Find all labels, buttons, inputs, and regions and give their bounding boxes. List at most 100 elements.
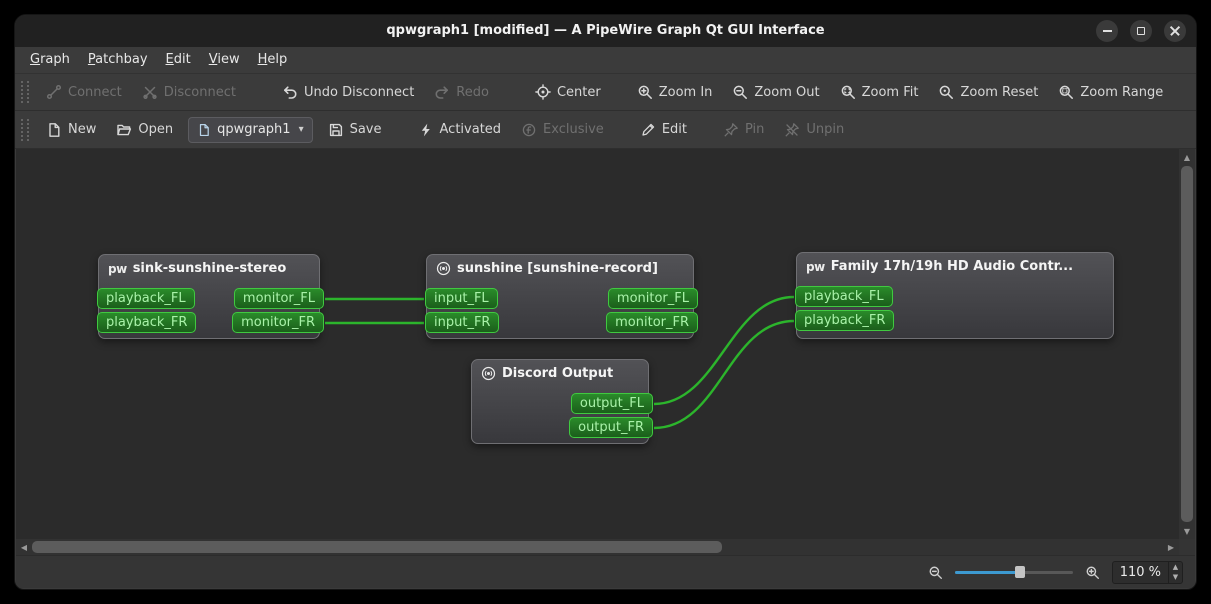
unpin-icon	[784, 122, 800, 138]
lightning-icon	[418, 122, 434, 138]
node-header[interactable]: Discord Output	[472, 360, 648, 387]
spin-down-icon[interactable]: ▼	[1169, 572, 1182, 583]
pin-icon	[723, 122, 739, 138]
toolbar-handle[interactable]	[21, 118, 29, 141]
zoom-fit-button[interactable]: Zoom Fit	[831, 78, 928, 106]
port-output-fr[interactable]: output_FR	[569, 417, 653, 438]
zoom-fit-label: Zoom Fit	[861, 84, 919, 100]
toolbar-handle[interactable]	[21, 81, 29, 103]
activated-label: Activated	[439, 122, 502, 137]
disconnect-label: Disconnect	[163, 84, 236, 100]
zoom-out-small-icon[interactable]	[928, 565, 943, 580]
spin-up-icon[interactable]: ▲	[1169, 562, 1182, 573]
node-header[interactable]: pw sink-sunshine-stereo	[99, 255, 319, 282]
scroll-up-icon[interactable]: ▲	[1179, 149, 1195, 165]
node-family-audio-controller[interactable]: pw Family 17h/19h HD Audio Contr... play…	[795, 252, 1114, 339]
exclusive-icon	[521, 122, 537, 138]
zoom-reset-button[interactable]: Zoom Reset	[929, 78, 1047, 106]
zoom-range-label: Zoom Range	[1080, 84, 1164, 100]
window-title: qpwgraph1 [modified] — A PipeWire Graph …	[386, 23, 825, 38]
node-title: sunshine [sunshine-record]	[457, 261, 658, 276]
patchbay-file-icon	[197, 123, 211, 137]
scroll-down-icon[interactable]: ▼	[1179, 523, 1195, 539]
zoom-out-label: Zoom Out	[754, 84, 820, 100]
menu-patchbay[interactable]: Patchbay	[79, 47, 157, 73]
unpin-label: Unpin	[806, 122, 845, 137]
zoom-in-label: Zoom In	[658, 84, 713, 100]
zoom-out-button[interactable]: Zoom Out	[723, 78, 828, 106]
pin-button: Pin	[714, 116, 773, 144]
connections-layer	[324, 295, 795, 430]
node-header[interactable]: pw Family 17h/19h HD Audio Contr...	[797, 253, 1113, 280]
open-folder-icon	[116, 122, 132, 138]
node-header[interactable]: sunshine [sunshine-record]	[427, 255, 693, 282]
pin-label: Pin	[745, 122, 765, 137]
disconnect-icon	[142, 84, 158, 100]
menubar: Graph Patchbay Edit View Help	[15, 47, 1196, 74]
node-sink-sunshine-stereo[interactable]: pw sink-sunshine-stereo playback_FL play…	[97, 254, 324, 339]
port-monitor-fl[interactable]: monitor_FL	[607, 288, 698, 309]
minimize-button[interactable]	[1096, 20, 1118, 42]
horizontal-scrollbar[interactable]: ◀ ▶	[16, 539, 1179, 555]
node-sunshine-record[interactable]: sunshine [sunshine-record] input_FL inpu…	[425, 254, 698, 339]
zoom-slider-handle[interactable]	[1014, 566, 1025, 578]
port-input-fr[interactable]: input_FR	[425, 312, 500, 333]
vertical-scrollbar[interactable]: ▲ ▼	[1179, 149, 1195, 539]
menu-edit[interactable]: Edit	[157, 47, 200, 73]
close-button[interactable]	[1164, 20, 1186, 42]
patchbay-file-dropdown[interactable]: qpwgraph1 ▾	[188, 116, 313, 143]
menu-help[interactable]: Help	[249, 47, 297, 73]
center-label: Center	[556, 84, 601, 100]
graph-toolbar: Connect Disconnect Undo Disconnect Redo …	[15, 74, 1196, 111]
node-discord-output[interactable]: Discord Output output_FL output_FR	[471, 359, 653, 444]
center-button[interactable]: Center	[526, 78, 610, 106]
maximize-icon	[1137, 27, 1145, 35]
graph-canvas[interactable]: pw sink-sunshine-stereo playback_FL play…	[16, 149, 1179, 539]
maximize-button[interactable]	[1130, 20, 1152, 42]
save-button[interactable]: Save	[319, 116, 391, 144]
zoom-spinbox[interactable]: 110 % ▲ ▼	[1111, 560, 1183, 584]
port-playback-fr[interactable]: playback_FR	[97, 312, 197, 333]
scroll-left-icon[interactable]: ◀	[16, 539, 32, 555]
open-button[interactable]: Open	[107, 116, 182, 144]
app-window: qpwgraph1 [modified] — A PipeWire Graph …	[14, 14, 1197, 590]
zoom-in-small-icon[interactable]	[1085, 565, 1100, 580]
edit-button[interactable]: Edit	[631, 116, 696, 144]
menu-graph[interactable]: Graph	[21, 47, 79, 73]
port-playback-fl[interactable]: playback_FL	[97, 288, 195, 309]
unpin-button: Unpin	[775, 116, 853, 144]
zoom-fit-icon	[840, 84, 856, 100]
node-title: Family 17h/19h HD Audio Contr...	[830, 259, 1074, 274]
undo-disconnect-button[interactable]: Undo Disconnect	[273, 78, 423, 106]
vertical-scroll-track[interactable]	[1179, 165, 1195, 523]
connect-icon	[46, 84, 62, 100]
port-monitor-fr[interactable]: monitor_FR	[232, 312, 324, 333]
port-monitor-fr[interactable]: monitor_FR	[606, 312, 698, 333]
titlebar[interactable]: qpwgraph1 [modified] — A PipeWire Graph …	[15, 15, 1196, 47]
port-playback-fl[interactable]: playback_FL	[795, 286, 893, 307]
zoom-slider[interactable]	[954, 563, 1073, 581]
port-monitor-fl[interactable]: monitor_FL	[233, 288, 324, 309]
horizontal-scroll-thumb[interactable]	[32, 541, 722, 553]
port-output-fl[interactable]: output_FL	[570, 393, 653, 414]
zoom-value: 110 %	[1119, 564, 1161, 580]
center-icon	[535, 84, 551, 100]
scroll-right-icon[interactable]: ▶	[1163, 539, 1179, 555]
pencil-icon	[640, 122, 656, 138]
zoom-range-button[interactable]: Zoom Range	[1049, 78, 1172, 106]
close-icon	[1170, 26, 1180, 36]
connect-button: Connect	[37, 78, 131, 106]
zoom-in-button[interactable]: Zoom In	[628, 78, 722, 106]
menu-view[interactable]: View	[200, 47, 249, 73]
activated-toggle[interactable]: Activated	[409, 116, 511, 144]
patchbay-toolbar: New Open qpwgraph1 ▾ Save Activated Excl…	[15, 111, 1196, 149]
port-playback-fr[interactable]: playback_FR	[795, 310, 895, 331]
port-input-fl[interactable]: input_FL	[425, 288, 498, 309]
new-button[interactable]: New	[37, 116, 105, 144]
new-label: New	[68, 122, 97, 137]
exclusive-toggle: Exclusive	[512, 116, 613, 144]
zoom-range-icon	[1058, 84, 1074, 100]
horizontal-scroll-track[interactable]	[32, 539, 1163, 555]
pipewire-icon: pw	[108, 261, 127, 276]
vertical-scroll-thumb[interactable]	[1181, 166, 1193, 522]
